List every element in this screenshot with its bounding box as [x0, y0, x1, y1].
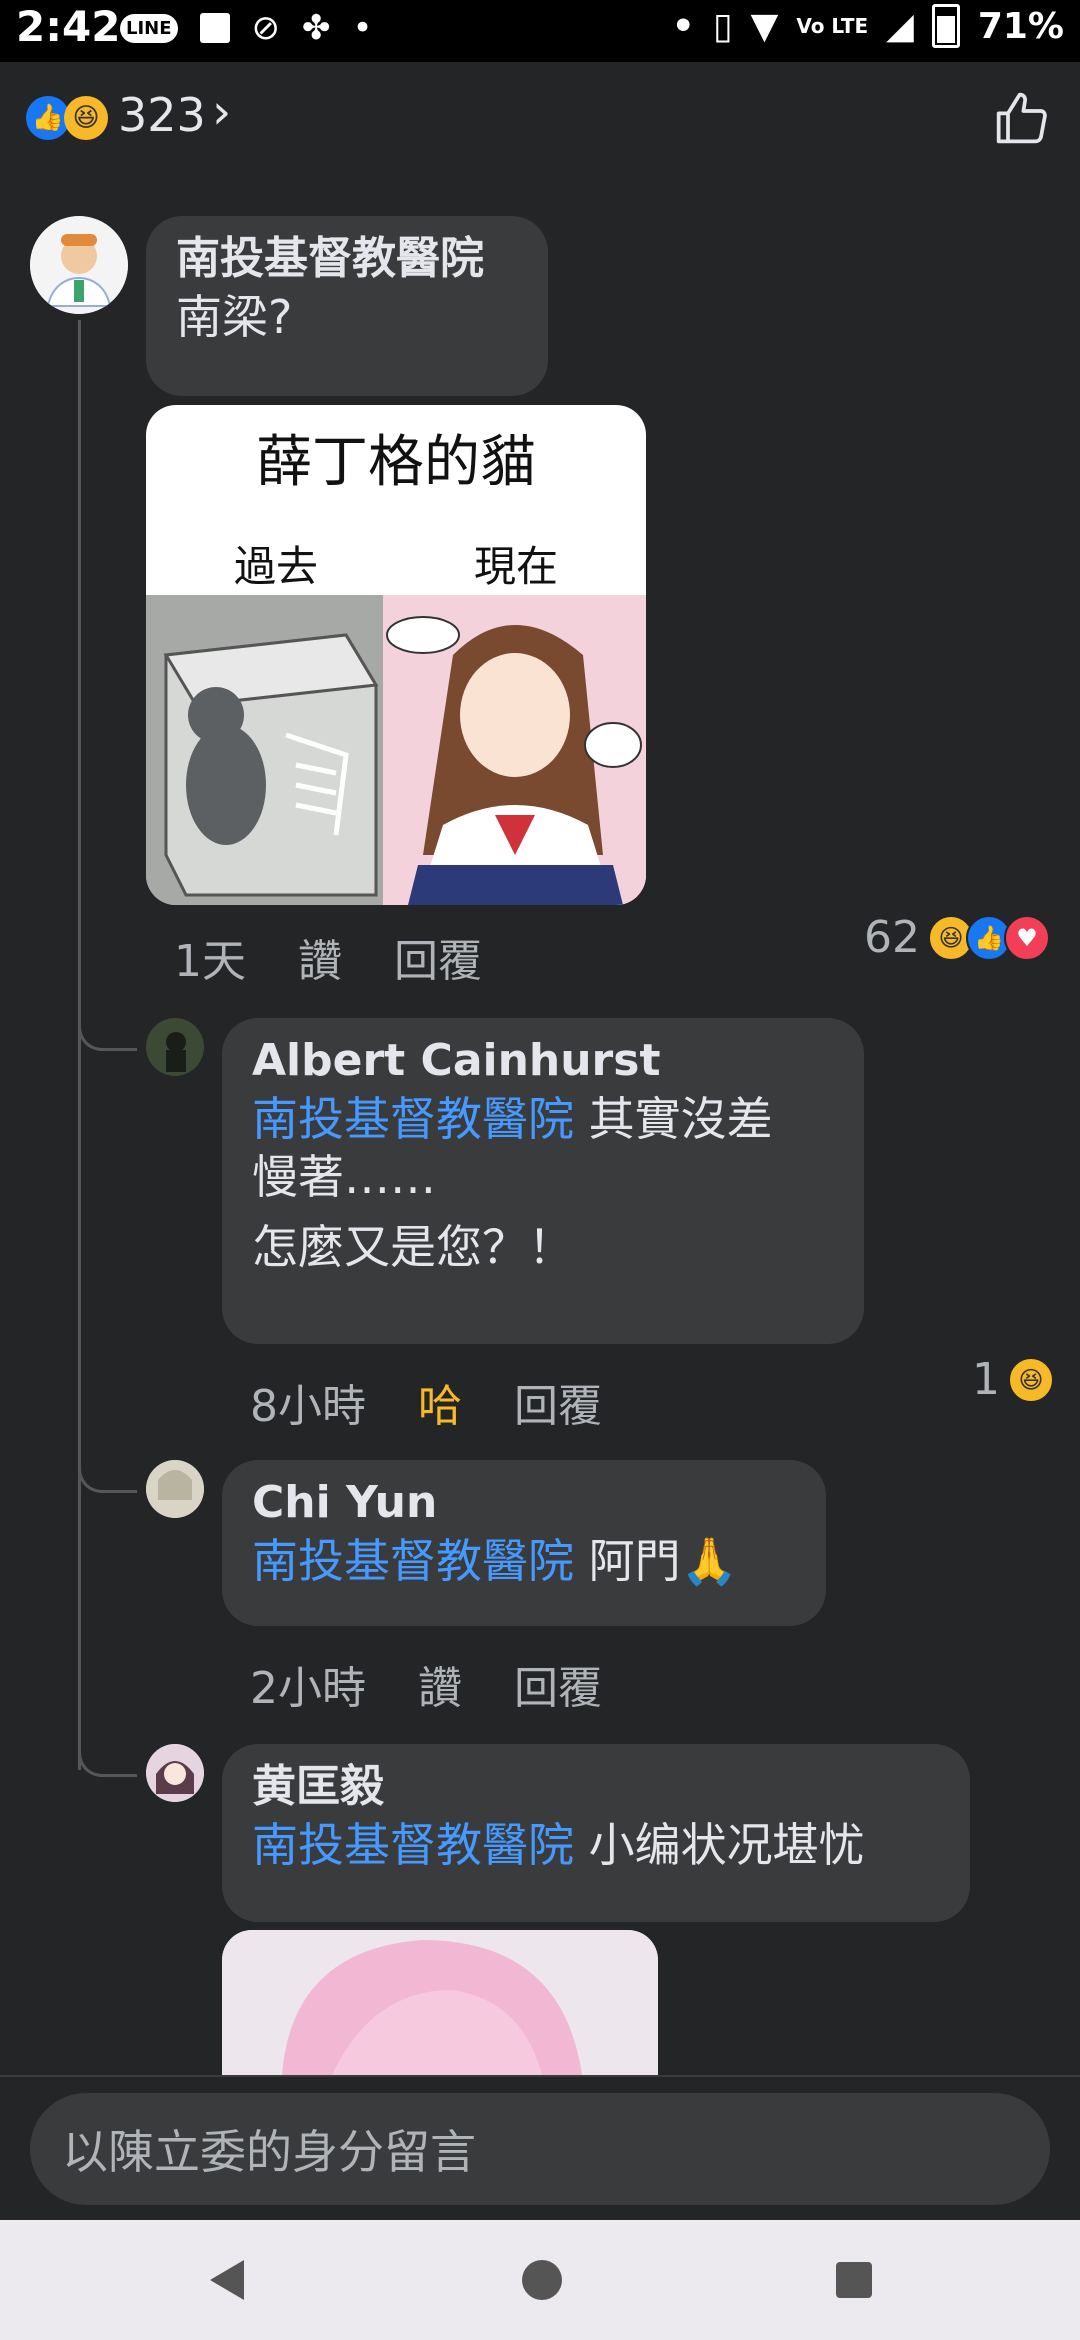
- mention-link[interactable]: 南投基督教醫院: [252, 1818, 574, 1872]
- chevron-right-icon[interactable]: ›: [212, 84, 231, 140]
- reaction-summary-bar: 👍 😆 323 ›: [0, 62, 1080, 182]
- reply-bubble[interactable]: Albert Cainhurst 南投基督教醫院 其實沒差 慢著…… 怎麼又是您…: [222, 1018, 864, 1344]
- status-bar: 2:42 LINE ⊘ ✤ • • ▯ ▼ Vo LTE ◢ 71%: [0, 0, 1080, 62]
- reply-time[interactable]: 2小時: [250, 1652, 366, 1716]
- reply-text-line: 慢著……: [252, 1150, 436, 1204]
- avatar-chi-yun[interactable]: [146, 1460, 204, 1518]
- back-icon[interactable]: [210, 2260, 244, 2300]
- anime-girl-illustration: [383, 595, 646, 905]
- reply-bubble[interactable]: Chi Yun 南投基督教醫院 阿門🙏: [222, 1460, 826, 1626]
- signal-icon: ◢: [886, 5, 914, 47]
- volte-icon: Vo LTE: [796, 14, 869, 38]
- reaction-icons[interactable]: 👍 😆: [26, 96, 108, 140]
- comment-bubble[interactable]: 南投基督教醫院 南梁?: [146, 216, 548, 396]
- dot-icon: •: [671, 5, 695, 47]
- system-icons: • ▯ ▼ Vo LTE ◢ 71%: [672, 4, 1064, 48]
- reply-author[interactable]: Albert Cainhurst: [252, 1032, 834, 1090]
- reaction-count: 1: [972, 1354, 1000, 1405]
- mention-link[interactable]: 南投基督教醫院: [252, 1534, 574, 1588]
- dot-icon: •: [352, 8, 373, 48]
- reply-reactions[interactable]: 1 😆: [972, 1354, 1054, 1405]
- comment-reactions[interactable]: 62 😆 👍 ♥: [864, 912, 1050, 963]
- image-notification-icon: [199, 13, 230, 43]
- no-signal-icon: ⊘: [251, 8, 281, 48]
- like-link[interactable]: 讚: [298, 925, 342, 989]
- recent-apps-icon[interactable]: [836, 2262, 872, 2298]
- reply-author[interactable]: 黄匡毅: [252, 1758, 940, 1816]
- thread-line: [78, 320, 81, 1770]
- reply-bubble[interactable]: 黄匡毅 南投基督教醫院 小编状况堪忧: [222, 1744, 970, 1922]
- comment-text: 南梁?: [176, 290, 293, 344]
- comment-input[interactable]: 以陳立委的身分留言: [30, 2093, 1050, 2205]
- comment-time[interactable]: 1天: [174, 925, 246, 989]
- thread-branch: [78, 1746, 137, 1777]
- reply-link[interactable]: 回覆: [394, 925, 482, 989]
- reply-text-line: 怎麼又是您？！: [252, 1220, 574, 1274]
- haha-reaction-icon: 😆: [64, 96, 108, 140]
- comment-author[interactable]: 南投基督教醫院: [176, 230, 518, 288]
- line-app-icon: LINE: [120, 13, 178, 43]
- avatar-huang[interactable]: [146, 1744, 204, 1802]
- love-reaction-icon: ♥: [1004, 914, 1050, 961]
- reply-link[interactable]: 回覆: [514, 1370, 602, 1434]
- reaction-count: 62: [864, 912, 920, 963]
- comment-composer-bar: 以陳立委的身分留言: [0, 2075, 1080, 2222]
- system-navigation-bar: [0, 2220, 1080, 2340]
- like-link[interactable]: 讚: [418, 1652, 462, 1716]
- reply-text: 南投基督教醫院 小编状况堪忧: [252, 1818, 865, 1872]
- meme-left-label: 過去: [234, 542, 319, 591]
- battery-percent: 71%: [977, 5, 1064, 47]
- reply-link[interactable]: 回覆: [514, 1652, 602, 1716]
- wifi-icon: ▼: [750, 5, 779, 47]
- avatar-albert[interactable]: [146, 1018, 204, 1076]
- cat-box-illustration: [146, 595, 383, 905]
- pinwheel-icon: ✤: [302, 8, 331, 48]
- comment-actions: 1天 讚 回覆: [174, 925, 482, 989]
- reply-time[interactable]: 8小時: [250, 1370, 366, 1434]
- meme-title: 薛丁格的貓: [256, 430, 536, 495]
- status-time: 2:42: [16, 2, 121, 51]
- like-button-icon[interactable]: [994, 90, 1050, 146]
- home-icon[interactable]: [522, 2260, 562, 2300]
- vibrate-icon: ▯: [712, 5, 733, 47]
- reply-actions: 8小時 哈 回覆: [250, 1370, 602, 1434]
- haha-link[interactable]: 哈: [418, 1370, 462, 1434]
- mention-link[interactable]: 南投基督教醫院: [252, 1092, 574, 1146]
- notification-icons: LINE ⊘ ✤ •: [120, 8, 373, 48]
- haha-reaction-icon: 😆: [1008, 1356, 1054, 1403]
- reaction-count[interactable]: 323: [118, 88, 206, 142]
- meme-right-label: 現在: [474, 542, 559, 591]
- reply-author[interactable]: Chi Yun: [252, 1474, 796, 1532]
- avatar-hospital[interactable]: [30, 216, 128, 314]
- reply-actions: 2小時 讚 回覆: [250, 1652, 602, 1716]
- comment-image[interactable]: 薛丁格的貓 過去 現在: [146, 405, 646, 905]
- battery-icon: [931, 4, 960, 48]
- reply-text: 南投基督教醫院 阿門🙏: [252, 1534, 738, 1588]
- reply-text: 南投基督教醫院 其實沒差: [252, 1092, 773, 1146]
- reply-image[interactable]: [222, 1930, 658, 2075]
- thread-branch: [78, 1462, 137, 1493]
- thread-branch: [78, 1020, 137, 1051]
